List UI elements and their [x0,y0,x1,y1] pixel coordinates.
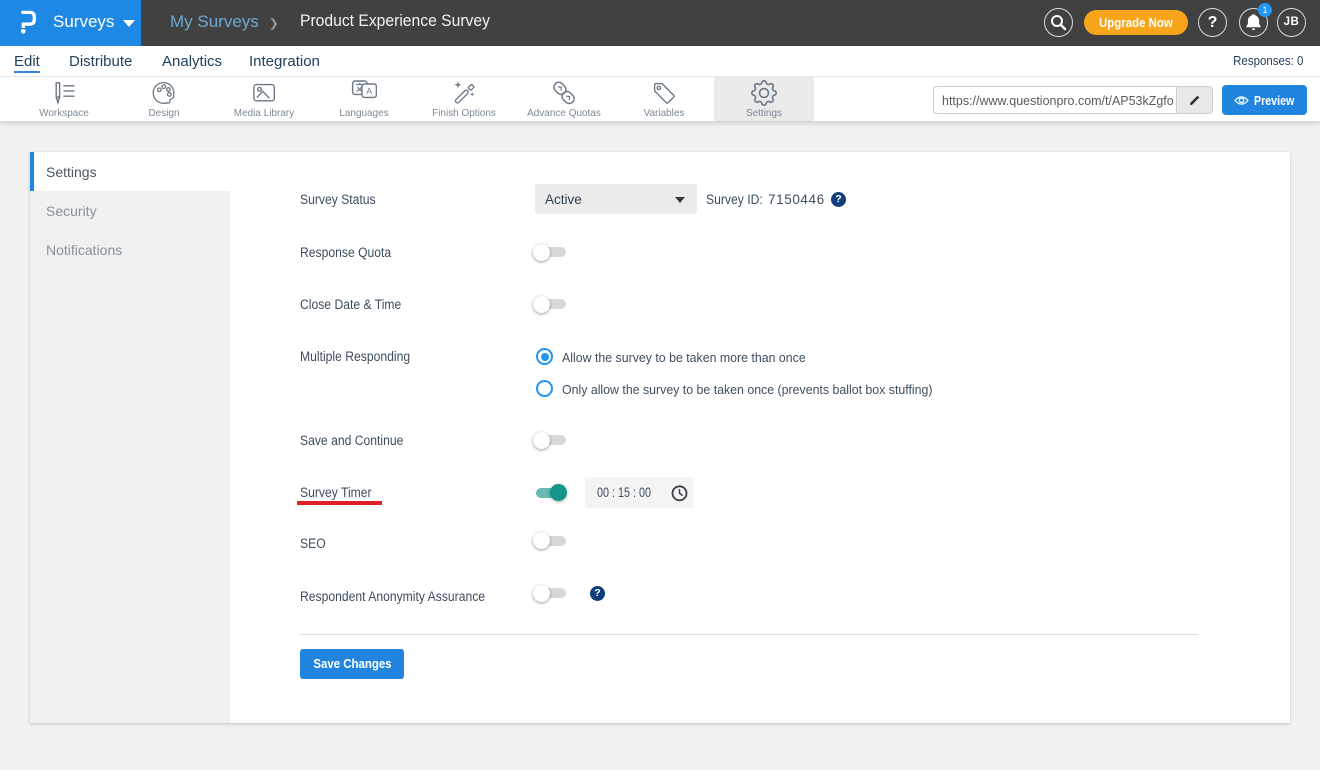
svg-text:A: A [366,86,372,96]
